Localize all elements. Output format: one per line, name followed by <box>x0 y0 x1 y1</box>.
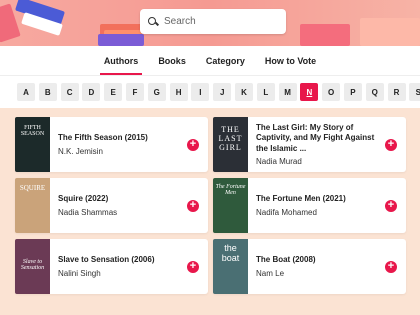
hero-banner <box>0 0 420 46</box>
book-card[interactable]: the boat The Boat (2008) Nam Le + <box>213 239 406 294</box>
letter-r[interactable]: R <box>387 83 406 101</box>
book-stack-illustration <box>360 18 420 46</box>
add-button[interactable]: + <box>187 138 199 151</box>
add-button[interactable]: + <box>385 260 397 273</box>
book-cover-text: THE LAST GIRL <box>218 125 243 152</box>
letter-m[interactable]: M <box>278 83 297 101</box>
tab-books[interactable]: Books <box>148 46 196 76</box>
add-button[interactable]: + <box>187 199 199 212</box>
book-cover-text: FIFTH SEASON <box>20 125 45 137</box>
letter-f[interactable]: F <box>125 83 144 101</box>
letter-k[interactable]: K <box>234 83 253 101</box>
book-author: Nadia Shammas <box>58 207 118 217</box>
letter-i[interactable]: I <box>191 83 210 101</box>
book-author: Nadifa Mohamed <box>256 207 317 217</box>
book-author: Nam Le <box>256 268 285 278</box>
add-button[interactable]: + <box>385 199 397 212</box>
book-title[interactable]: The Fortune Men (2021) <box>256 194 379 204</box>
letter-a[interactable]: A <box>17 83 35 101</box>
tab-authors[interactable]: Authors <box>94 46 149 76</box>
letter-o[interactable]: O <box>322 83 341 101</box>
book-author: Nalini Singh <box>58 268 101 278</box>
tab-how-to-vote[interactable]: How to Vote <box>255 46 326 76</box>
plus-icon: + <box>189 138 197 150</box>
book-cover-text: Slave to Sensation <box>20 259 45 271</box>
book-card[interactable]: The Fortune Men The Fortune Men (2021) N… <box>213 178 406 233</box>
plus-icon: + <box>387 199 395 211</box>
add-button[interactable]: + <box>187 260 199 273</box>
book-stack-illustration <box>300 24 350 46</box>
letter-e[interactable]: E <box>104 83 123 101</box>
add-button[interactable]: + <box>385 138 397 151</box>
tab-category[interactable]: Category <box>196 46 255 76</box>
book-title[interactable]: Squire (2022) <box>58 194 181 204</box>
letter-l[interactable]: L <box>256 83 275 101</box>
book-cover: SQUIRE <box>15 178 50 233</box>
search-icon <box>148 16 158 27</box>
letter-n[interactable]: N <box>300 83 319 101</box>
letter-j[interactable]: J <box>213 83 232 101</box>
plus-icon: + <box>189 260 197 272</box>
book-title[interactable]: The Boat (2008) <box>256 255 379 265</box>
book-card[interactable]: THE LAST GIRL The Last Girl: My Story of… <box>213 117 406 172</box>
book-title[interactable]: The Fifth Season (2015) <box>58 133 181 143</box>
plus-icon: + <box>189 199 197 211</box>
book-title[interactable]: The Last Girl: My Story of Captivity, an… <box>256 123 379 154</box>
letter-c[interactable]: C <box>60 83 79 101</box>
book-author: N.K. Jemisin <box>58 146 103 156</box>
book-author: Nadia Murad <box>256 157 302 167</box>
book-title[interactable]: Slave to Sensation (2006) <box>58 255 181 265</box>
book-cover: THE LAST GIRL <box>213 117 248 172</box>
book-cover-text: The Fortune Men <box>215 184 246 196</box>
book-card[interactable]: SQUIRE Squire (2022) Nadia Shammas + <box>15 178 208 233</box>
search-bar[interactable] <box>140 9 286 34</box>
letter-b[interactable]: B <box>38 83 57 101</box>
book-stack-illustration <box>98 34 144 46</box>
alphabet-filter: A B C D E F G H I J K L M N O P Q R S <box>0 76 420 108</box>
category-nav: Authors Books Category How to Vote <box>0 46 420 76</box>
search-input[interactable] <box>164 16 274 27</box>
letter-g[interactable]: G <box>147 83 166 101</box>
letter-d[interactable]: D <box>82 83 101 101</box>
book-cover-text: SQUIRE <box>19 184 46 192</box>
book-card[interactable]: FIFTH SEASON The Fifth Season (2015) N.K… <box>15 117 208 172</box>
plus-icon: + <box>387 138 395 150</box>
letter-s[interactable]: S <box>409 83 420 101</box>
book-cover: FIFTH SEASON <box>15 117 50 172</box>
book-card[interactable]: Slave to Sensation Slave to Sensation (2… <box>15 239 208 294</box>
book-cover: the boat <box>213 239 248 294</box>
letter-p[interactable]: P <box>343 83 362 101</box>
book-cover: The Fortune Men <box>213 178 248 233</box>
letter-h[interactable]: H <box>169 83 188 101</box>
plus-icon: + <box>387 260 395 272</box>
book-cover-text: the boat <box>221 243 240 263</box>
book-cover: Slave to Sensation <box>15 239 50 294</box>
letter-q[interactable]: Q <box>365 83 384 101</box>
